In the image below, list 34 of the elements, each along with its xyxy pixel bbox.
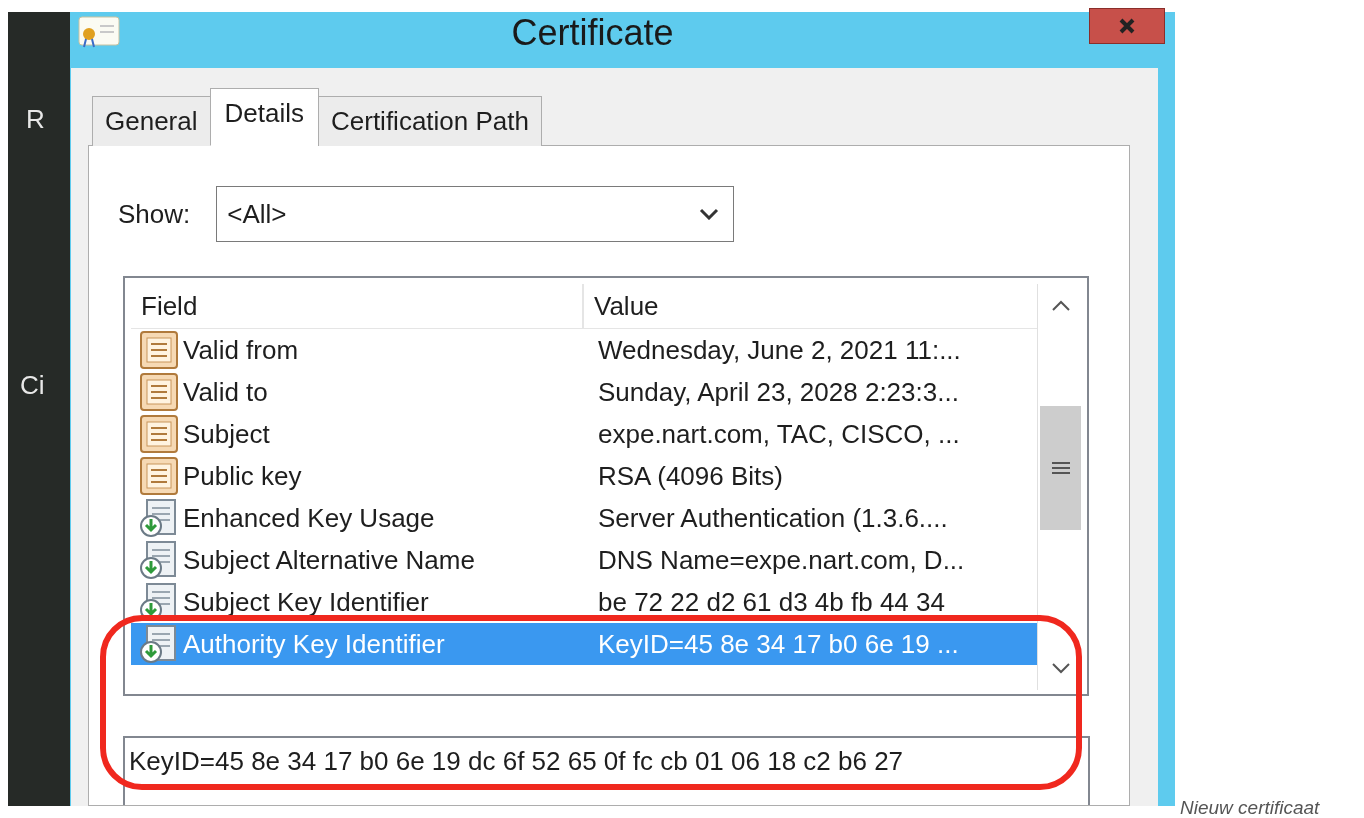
download-document-icon [139, 624, 179, 664]
show-dropdown[interactable]: <All> [216, 186, 735, 242]
document-icon [139, 456, 179, 496]
value-textbox[interactable]: KeyID=45 8e 34 17 b0 6e 19 dc 6f 52 65 0f fc cb 01 06 18 c2 b6 27 [123, 736, 1090, 805]
background-text: Ci [19, 370, 46, 400]
column-header[interactable]: Field [131, 284, 584, 328]
chevron-up-icon [1050, 300, 1071, 312]
image-caption: Nieuw certificaat [1180, 797, 1320, 818]
certificate-icon [78, 16, 120, 48]
chevron-down-icon [699, 208, 720, 220]
scrollbar[interactable] [1037, 284, 1083, 690]
list-row[interactable]: Subject Key Identifier be 72 22 d2 61 d3 4b fb 44 34 [131, 581, 1037, 623]
list-row[interactable]: Valid to Sunday, April 23, 2028 2:23:3... [131, 371, 1037, 413]
column-header[interactable]: Value [584, 290, 659, 322]
document-icon [139, 330, 179, 370]
window-title: Certificate [511, 12, 674, 54]
list-row[interactable]: Subject Alternative Name DNS Name=expe.nart.com, D... [131, 539, 1037, 581]
document-icon [139, 414, 179, 454]
grip-icon [1051, 461, 1070, 475]
list-row[interactable]: Public key RSA (4096 Bits) [131, 455, 1037, 497]
close-icon [1119, 18, 1135, 34]
tab[interactable]: Details [209, 88, 319, 146]
show-label: Show: [118, 198, 191, 230]
download-document-icon [139, 540, 179, 580]
tab[interactable]: Certification Path [318, 96, 542, 146]
chevron-down-icon [1050, 662, 1071, 674]
download-document-icon [139, 498, 179, 538]
list-row[interactable]: Subject expe.nart.com, TAC, CISCO, ... [131, 413, 1037, 455]
close-button[interactable] [1089, 8, 1165, 44]
list-row[interactable]: Valid from Wednesday, June 2, 2021 11:... [131, 329, 1037, 371]
background-text: R [25, 104, 46, 134]
document-icon [139, 372, 179, 412]
list-row[interactable]: Enhanced Key Usage Server Authentication (1.3.6.... [131, 497, 1037, 539]
tab[interactable]: General [92, 96, 211, 146]
